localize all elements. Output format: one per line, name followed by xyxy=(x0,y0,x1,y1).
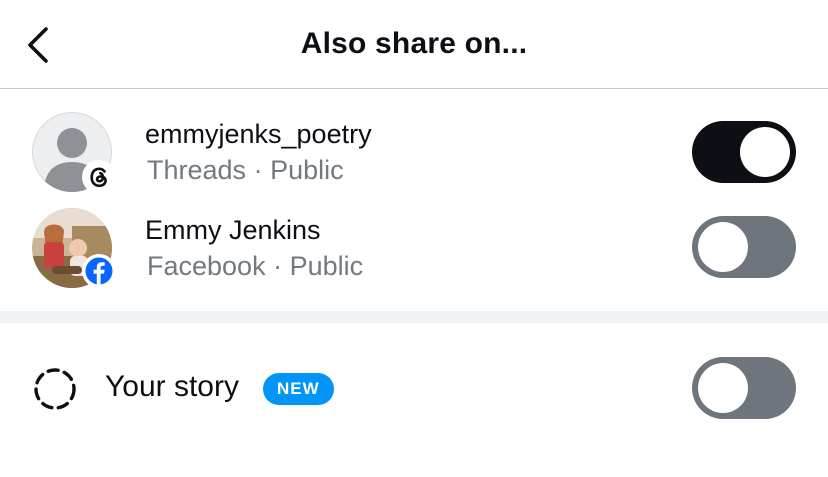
platform-label: Threads xyxy=(147,155,247,185)
separator: · xyxy=(273,251,283,281)
new-badge: NEW xyxy=(263,373,334,405)
separator: · xyxy=(253,155,263,185)
threads-share-toggle[interactable] xyxy=(692,121,796,183)
dashed-circle-story-icon xyxy=(34,368,76,410)
account-name: Emmy Jenkins xyxy=(145,215,321,245)
story-share-toggle[interactable] xyxy=(692,357,796,419)
section-divider xyxy=(0,311,828,323)
platform-label: Facebook xyxy=(147,251,266,281)
account-platform-info: Threads · Public xyxy=(147,155,344,186)
page-title: Also share on... xyxy=(300,27,528,60)
threads-logo-icon xyxy=(82,160,116,194)
toggle-knob xyxy=(698,363,748,413)
facebook-logo-icon xyxy=(82,254,116,288)
audience-label: Public xyxy=(289,251,364,281)
story-label: Your story xyxy=(105,370,239,403)
header: Also share on... xyxy=(0,0,828,89)
account-row-facebook[interactable]: Emmy Jenkins Facebook · Public xyxy=(0,192,828,288)
account-platform-info: Facebook · Public xyxy=(147,251,363,282)
audience-label: Public xyxy=(270,155,344,185)
account-name: emmyjenks_poetry xyxy=(145,119,372,149)
toggle-knob xyxy=(740,127,790,177)
toggle-knob xyxy=(698,222,748,272)
story-row[interactable]: Your story NEW xyxy=(0,323,828,449)
facebook-share-toggle[interactable] xyxy=(692,216,796,278)
account-row-threads[interactable]: emmyjenks_poetry Threads · Public xyxy=(0,96,828,194)
